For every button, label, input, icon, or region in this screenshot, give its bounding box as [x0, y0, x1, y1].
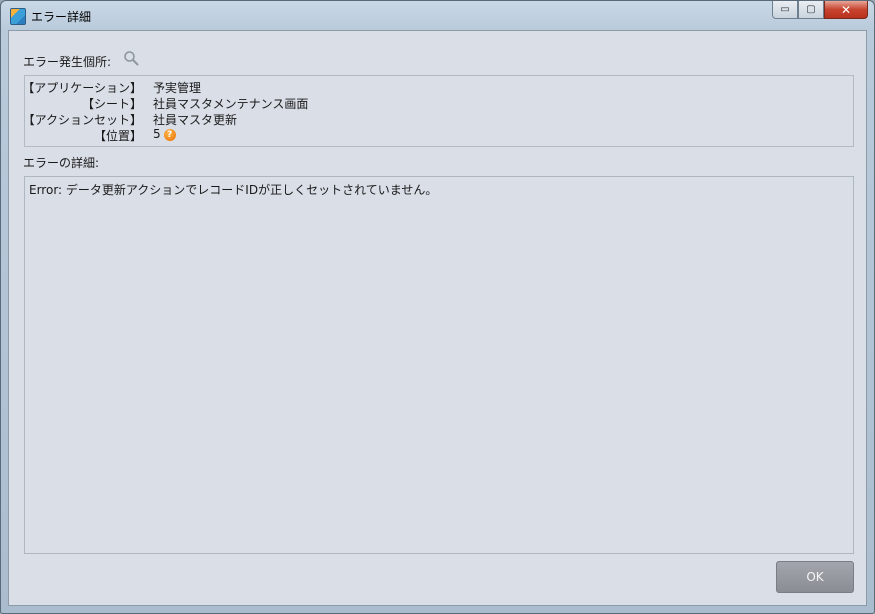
maximize-icon: ▢: [806, 4, 816, 15]
location-value: 社員マスタ更新: [153, 113, 238, 127]
maximize-button[interactable]: ▢: [798, 1, 824, 19]
app-icon: [10, 8, 26, 25]
error-location-label: エラー発生個所:: [23, 55, 112, 69]
search-icon[interactable]: [123, 50, 139, 66]
error-detail-textarea[interactable]: Error: データ更新アクションでレコードIDが正しくセットされていません。: [24, 176, 854, 554]
position-number: 5: [153, 127, 161, 141]
location-key: 【位置】: [93, 129, 142, 143]
location-value: 社員マスタメンテナンス画面: [153, 97, 309, 111]
location-row-position: 【位置】 5?: [25, 127, 853, 143]
minimize-button[interactable]: ▭: [772, 1, 798, 19]
close-icon: ✕: [840, 2, 852, 17]
location-key: 【アプリケーション】: [22, 81, 142, 95]
error-detail-window: エラー詳細 ▭ ▢ ✕ エラー発生個所: 【アプリケーション】 予実管理 【シー…: [0, 0, 875, 614]
window-controls: ▭ ▢ ✕: [772, 1, 868, 21]
location-row-application: 【アプリケーション】 予実管理: [22, 79, 853, 95]
title-bar[interactable]: エラー詳細 ▭ ▢ ✕: [1, 1, 874, 29]
question-circle-icon[interactable]: ?: [163, 129, 176, 141]
location-key: 【アクションセット】: [22, 113, 142, 127]
minimize-icon: ▭: [780, 4, 790, 15]
error-location-panel: 【アプリケーション】 予実管理 【シート】 社員マスタメンテナンス画面 【アクシ…: [22, 75, 854, 147]
window-title: エラー詳細: [31, 10, 92, 24]
error-message: Error: データ更新アクションでレコードIDが正しくセットされていません。: [29, 183, 438, 197]
location-key: 【シート】: [81, 97, 142, 111]
ok-button[interactable]: OK: [776, 561, 854, 593]
location-row-action-set: 【アクションセット】 社員マスタ更新: [22, 111, 853, 127]
location-value-position: 5?: [153, 127, 176, 141]
error-detail-label: エラーの詳細:: [23, 156, 100, 170]
dialog-body: エラー発生個所: 【アプリケーション】 予実管理 【シート】 社員マスタメンテナ…: [8, 30, 867, 606]
location-row-sheet: 【シート】 社員マスタメンテナンス画面: [25, 95, 853, 111]
ok-button-label: OK: [806, 570, 824, 584]
location-value: 予実管理: [153, 81, 202, 95]
close-button[interactable]: ✕: [824, 1, 868, 19]
